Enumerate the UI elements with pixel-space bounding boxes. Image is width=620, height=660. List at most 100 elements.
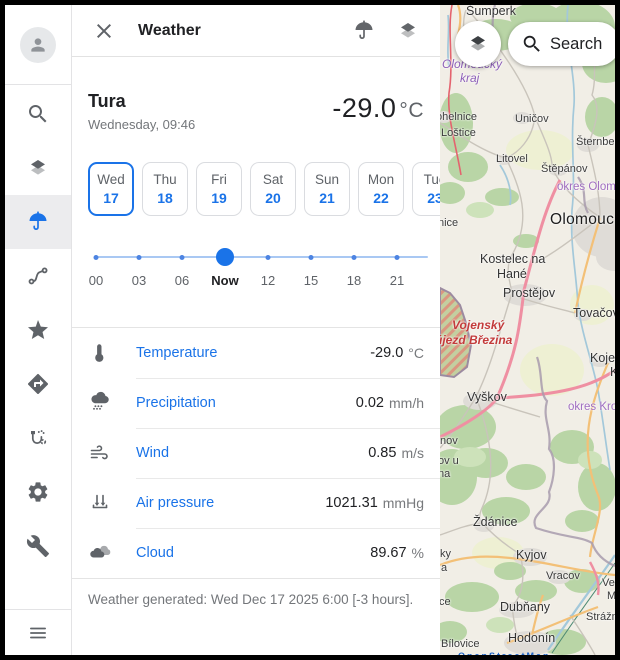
time-label-06[interactable]: 06 — [175, 273, 189, 288]
time-label-18[interactable]: 18 — [347, 273, 361, 288]
sidebar-item-plan-route[interactable] — [5, 411, 71, 465]
map-view[interactable]: ŠumperkOlomouckýkrajohelniceLošticeUničo… — [440, 5, 615, 655]
metric-unit: mm/h — [389, 395, 424, 411]
weather-metrics: Temperature-29.0°C Precipitation 0.02 mm/h W… — [72, 327, 440, 579]
location-summary: Tura Wednesday, 09:46 -29.0°C — [72, 57, 440, 132]
time-tick[interactable] — [266, 255, 271, 260]
day-name: Fri — [211, 172, 227, 187]
time-label-12[interactable]: 12 — [261, 273, 275, 288]
sidebar-item-tracks[interactable] — [5, 249, 71, 303]
day-date: 23 — [427, 190, 440, 206]
time-slider[interactable]: 00 03 06 Now 12 15 18 21 — [72, 240, 440, 302]
day-name: Thu — [153, 172, 176, 187]
day-date: 17 — [103, 190, 119, 206]
header-layers-button[interactable] — [396, 19, 420, 43]
wrench-icon — [26, 534, 50, 558]
time-label-03[interactable]: 03 — [132, 273, 146, 288]
sidebar-item-navigation[interactable] — [5, 357, 71, 411]
day-name: Mon — [368, 172, 394, 187]
panel-header: Weather — [72, 5, 440, 57]
map-layers-button[interactable] — [455, 21, 501, 67]
day-card-tue[interactable]: Tue23 — [412, 162, 440, 216]
day-date: 21 — [319, 190, 335, 206]
layers-icon — [26, 156, 50, 180]
metric-label[interactable]: Air pressure — [136, 495, 214, 511]
sidebar — [5, 5, 72, 655]
wind-icon — [88, 441, 112, 465]
thermometer-icon — [88, 341, 112, 365]
metric-label[interactable]: Wind — [136, 445, 169, 461]
day-date: 20 — [265, 190, 281, 206]
sidebar-item-tools[interactable] — [5, 519, 71, 573]
star-icon — [26, 318, 50, 342]
cloud-icon — [88, 541, 112, 565]
metric-row-wind: Wind 0.85 m/s — [72, 428, 440, 478]
layers-icon — [466, 32, 490, 56]
day-card-mon[interactable]: Mon 22 — [358, 162, 404, 216]
route-icon — [26, 264, 50, 288]
header-umbrella-button[interactable] — [352, 19, 376, 43]
time-tick[interactable] — [395, 255, 400, 260]
current-temperature: -29.0°C — [332, 93, 424, 124]
search-icon — [26, 102, 50, 126]
avatar — [20, 27, 56, 63]
person-icon — [28, 35, 48, 55]
metric-row-precipitation: Precipitation 0.02 mm/h — [72, 378, 440, 428]
metric-value: 0.85 — [368, 445, 396, 461]
sidebar-item-settings[interactable] — [5, 465, 71, 519]
pressure-icon — [88, 491, 112, 515]
time-tick[interactable] — [180, 255, 185, 260]
time-tick[interactable] — [94, 255, 99, 260]
time-slider-track[interactable] — [95, 256, 428, 258]
time-label-21[interactable]: 21 — [390, 273, 404, 288]
time-tick[interactable] — [309, 255, 314, 260]
day-card-fri[interactable]: Fri 19 — [196, 162, 242, 216]
time-label-now[interactable]: Now — [211, 273, 238, 288]
day-name: Sun — [315, 172, 339, 187]
plan-route-icon — [26, 426, 50, 450]
map-search-button[interactable]: Search — [508, 22, 615, 66]
metric-row-air-pressure: Air pressure1021.31mmHg — [72, 478, 440, 528]
day-date: 22 — [373, 190, 389, 206]
metric-label[interactable]: Temperature — [136, 345, 217, 361]
day-date: 18 — [157, 190, 173, 206]
map-canvas — [440, 5, 615, 655]
location-name: Tura — [88, 91, 195, 112]
gear-icon — [26, 480, 50, 504]
location-datetime: Wednesday, 09:46 — [88, 117, 195, 132]
metric-label[interactable]: Cloud — [136, 545, 174, 561]
time-label-15[interactable]: 15 — [304, 273, 318, 288]
time-label-00[interactable]: 00 — [89, 273, 103, 288]
sidebar-item-search[interactable] — [5, 87, 71, 141]
metric-label[interactable]: Precipitation — [136, 395, 216, 411]
day-date: 19 — [211, 190, 227, 206]
metric-unit: m/s — [401, 445, 424, 461]
metric-row-temperature: Temperature-29.0°C — [72, 328, 440, 378]
app-window: Weather Tura Wednesday, 09:46 -29.0°C We… — [5, 5, 615, 655]
umbrella-icon — [26, 210, 50, 234]
sidebar-item-favorites[interactable] — [5, 303, 71, 357]
day-card-sat[interactable]: Sat20 — [250, 162, 296, 216]
sidebar-item-weather[interactable] — [5, 195, 71, 249]
sidebar-item-profile[interactable] — [5, 5, 71, 85]
weather-panel: Weather Tura Wednesday, 09:46 -29.0°C We… — [72, 5, 440, 655]
day-card-sun[interactable]: Sun 21 — [304, 162, 350, 216]
sidebar-item-configure-map[interactable] — [5, 141, 71, 195]
time-tick[interactable] — [137, 255, 142, 260]
day-card-wed[interactable]: Wed17 — [88, 162, 134, 216]
metric-value: 89.67 — [370, 545, 406, 561]
metric-value: 0.02 — [356, 395, 384, 411]
metric-unit: % — [412, 545, 424, 561]
directions-icon — [26, 372, 50, 396]
page-title: Weather — [138, 22, 352, 40]
map-attribution: OpenStreetMap — [458, 651, 551, 655]
metric-unit: °C — [408, 345, 424, 361]
sidebar-item-menu[interactable] — [5, 610, 71, 655]
metric-value: 1021.31 — [325, 495, 377, 511]
time-tick[interactable] — [352, 255, 357, 260]
search-icon — [521, 33, 543, 55]
time-slider-handle[interactable] — [216, 248, 234, 266]
search-label: Search — [550, 35, 602, 54]
close-icon[interactable] — [92, 19, 116, 43]
day-card-thu[interactable]: Thu 18 — [142, 162, 188, 216]
